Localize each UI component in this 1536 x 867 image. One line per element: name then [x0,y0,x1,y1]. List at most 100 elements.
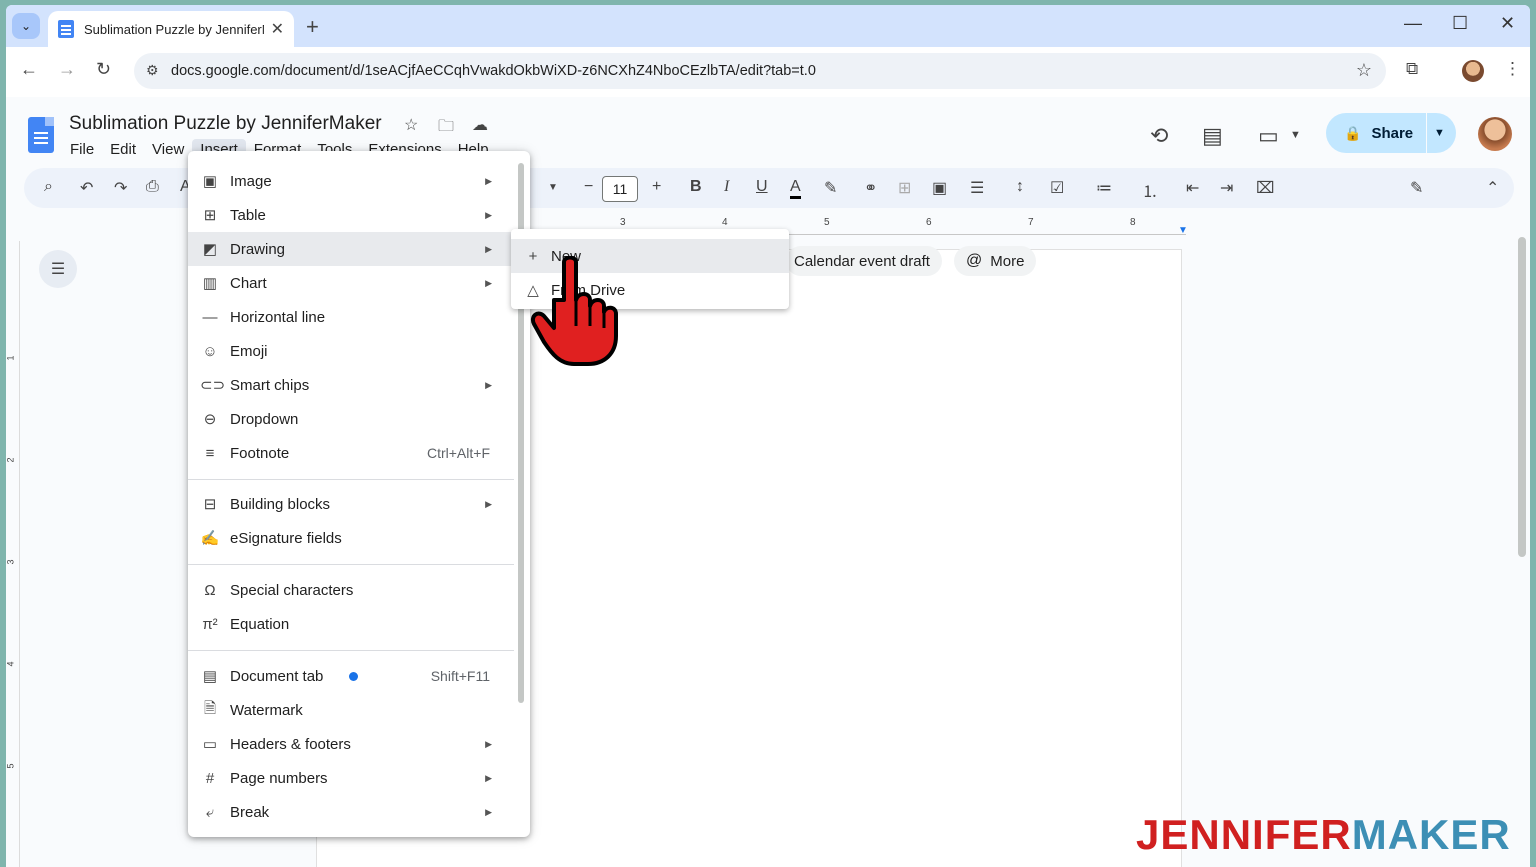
menu-item-esignature[interactable]: ✍ eSignature fields [188,521,514,555]
share-button[interactable]: 🔒 Share ▼ [1326,113,1456,153]
search-menus-icon[interactable]: ⌕ [44,178,53,196]
menu-item-drawing[interactable]: ◩ Drawing ▶ [188,232,514,266]
editing-mode-icon[interactable]: ✎ [1410,178,1423,198]
menu-item-dropdown[interactable]: ⊖ Dropdown [188,402,514,436]
shortcut-label: Ctrl+Alt+F [426,445,490,461]
font-size-input[interactable]: 11 [602,176,638,202]
extensions-icon[interactable]: ⧉ [1406,59,1418,79]
menu-item-chart[interactable]: ▥ Chart ▶ [188,266,514,300]
browser-menu-icon[interactable]: ⋮ [1504,59,1521,79]
increase-indent-icon[interactable]: ⇥ [1220,178,1233,198]
undo-icon[interactable]: ↶ [80,178,93,198]
menu-item-headers-footers[interactable]: ▭ Headers & footers ▶ [188,727,514,761]
new-tab-button[interactable]: + [306,14,319,40]
right-indent-marker[interactable]: ▼ [1178,225,1188,236]
document-title[interactable]: Sublimation Puzzle by JenniferMaker [69,113,382,135]
bookmark-star-icon[interactable]: ☆ [1356,60,1372,81]
menu-item-emoji[interactable]: ☺ Emoji [188,334,514,368]
back-icon[interactable]: ← [20,59,38,80]
version-history-icon[interactable]: ⟲ [1150,123,1168,149]
table-icon: ⊞ [203,207,217,224]
profile-avatar[interactable] [1462,60,1484,82]
close-window-icon[interactable]: ✕ [1500,13,1515,34]
more-chip-label: More [990,252,1025,270]
menu-item-horizontal-line[interactable]: — Horizontal line [188,300,514,334]
maximize-icon[interactable]: ☐ [1452,13,1468,34]
underline-icon[interactable]: U [756,178,768,196]
clear-formatting-icon[interactable]: ⌧ [1256,178,1274,198]
decrease-indent-icon[interactable]: ⇤ [1186,178,1199,198]
menu-view[interactable]: View [144,139,192,160]
document-outline-icon[interactable]: ☰ [39,250,77,288]
insert-link-icon[interactable]: ⚭ [864,178,877,198]
menu-item-break[interactable]: ⤶ Break ▶ [188,795,514,829]
menu-item-table[interactable]: ⊞ Table ▶ [188,198,514,232]
text-color-icon[interactable]: A [790,178,801,199]
reload-icon[interactable]: ↻ [96,59,111,80]
ruler-number: 3 [620,217,626,228]
site-info-icon[interactable]: ⚙ [146,62,159,79]
share-label: Share [1371,124,1414,142]
menu-item-document-tab[interactable]: ▤ Document tab Shift+F11 [188,659,514,693]
menu-item-building-blocks[interactable]: ⊟ Building blocks ▶ [188,487,514,521]
menu-item-image[interactable]: ▣ Image ▶ [188,164,514,198]
menu-item-footnote[interactable]: ≡ Footnote Ctrl+Alt+F [188,436,514,470]
redo-icon[interactable]: ↷ [114,178,127,198]
calendar-event-chip[interactable]: Calendar event draft [786,246,942,276]
submenu-arrow-icon: ▶ [485,243,492,254]
menu-item-label: Headers & footers [230,735,351,753]
menu-item-smart-chips[interactable]: ⊂⊃ Smart chips ▶ [188,368,514,402]
italic-icon[interactable]: I [724,178,729,196]
comments-icon[interactable]: ▤ [1202,123,1223,149]
decrease-font-size-icon[interactable]: − [584,178,593,196]
footnote-icon: ≡ [205,444,215,462]
meet-icon[interactable]: ▭ [1258,123,1279,149]
align-icon[interactable]: ☰ [970,178,984,198]
bulleted-list-icon[interactable]: ≔ [1096,178,1112,198]
numbered-list-icon[interactable]: ⒈ [1142,178,1158,202]
address-bar[interactable]: ⚙ docs.google.com/document/d/1seACjfAeCC… [134,53,1386,89]
checklist-icon[interactable]: ☑ [1050,178,1064,198]
docs-logo-icon[interactable] [28,117,54,153]
browser-tab[interactable]: Sublimation Puzzle by JenniferMaker ✕ [48,11,294,47]
minimize-icon[interactable]: — [1404,13,1422,34]
increase-font-size-icon[interactable]: + [652,178,661,196]
menu-item-special-characters[interactable]: Ω Special characters [188,573,514,607]
close-tab-icon[interactable]: ✕ [271,19,284,39]
add-comment-icon[interactable]: ⊞ [898,178,911,198]
print-icon[interactable]: ⎙ [146,178,159,196]
menu-file[interactable]: File [62,139,102,160]
star-icon[interactable]: ☆ [404,115,418,135]
tab-search-button[interactable]: ⌄ [12,13,40,39]
font-dropdown-icon[interactable]: ▼ [548,182,558,193]
hand-pointer-icon [531,256,618,366]
bold-icon[interactable]: B [690,178,702,196]
ruler-number: 8 [1130,217,1136,228]
collapse-menus-icon[interactable]: ⌃ [1486,178,1499,198]
more-chip[interactable]: @ More [954,246,1037,276]
menu-edit[interactable]: Edit [102,139,144,160]
share-dropdown-icon[interactable]: ▼ [1434,127,1445,139]
drawing-icon: ◩ [202,241,218,258]
highlight-icon[interactable]: ✎ [824,178,837,198]
cloud-status-icon[interactable]: ☁ [472,115,488,135]
menu-item-label: Equation [230,615,290,633]
meet-dropdown-icon[interactable]: ▼ [1290,129,1301,141]
submenu-arrow-icon: ▶ [485,277,492,288]
move-folder-icon[interactable]: 🗀 [438,115,454,142]
menu-item-watermark[interactable]: 🗎 Watermark [188,693,514,727]
omega-icon: Ω [204,581,216,599]
forward-icon[interactable]: → [58,59,76,80]
menu-item-label: Watermark [230,701,303,719]
watermark-part2: MAKER [1351,811,1511,858]
document-scrollbar[interactable] [1518,237,1526,557]
menu-item-page-numbers[interactable]: # Page numbers ▶ [188,761,514,795]
menu-item-label: Emoji [230,342,268,360]
esignature-icon: ✍ [200,530,220,547]
line-spacing-icon[interactable]: ↕ [1016,178,1024,196]
vertical-ruler[interactable]: 1 2 3 4 5 [6,241,20,867]
menu-item-equation[interactable]: π² Equation [188,607,514,641]
account-avatar[interactable] [1478,117,1512,151]
jennifermaker-watermark: JENNIFERMAKER [1136,811,1511,859]
insert-image-icon[interactable]: ▣ [932,178,947,198]
